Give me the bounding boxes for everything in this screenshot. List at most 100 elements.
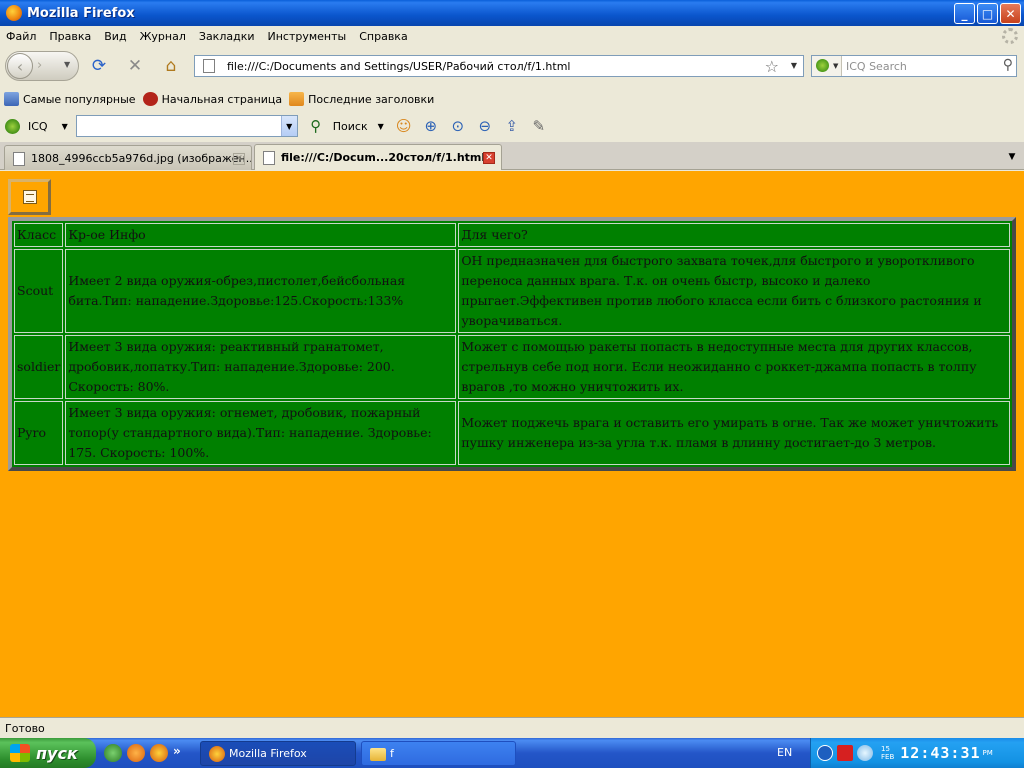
zoom-reset-icon[interactable]: ⊙ xyxy=(448,116,468,136)
purpose-cell: ОН предназначен для быстрого захвата точ… xyxy=(458,249,1010,333)
icq-contacts-icon[interactable]: ☺ xyxy=(394,116,414,136)
icq-label[interactable]: ICQ xyxy=(28,120,48,133)
info-cell: Имеет 3 вида оружия: реактивный гранатом… xyxy=(65,335,457,399)
throbber-icon xyxy=(1002,28,1018,44)
upload-icon[interactable]: ⇪ xyxy=(502,116,522,136)
class-cell: Scout xyxy=(14,249,64,333)
table-row: Scout Имеет 2 вида оружия-обрез,пистолет… xyxy=(14,249,1010,333)
window-titlebar[interactable]: Mozilla Firefox _ □ ✕ xyxy=(0,0,1024,26)
tab-close-icon[interactable]: ✕ xyxy=(233,153,245,165)
navigation-toolbar: ‹ › ▼ ⟳ ✕ ⌂ file:///C:/Documents and Set… xyxy=(0,46,1024,88)
status-text: Готово xyxy=(5,721,45,735)
icq-search-dropdown-icon[interactable]: ▼ xyxy=(280,116,297,136)
bookmark-star-icon[interactable]: ☆ xyxy=(765,57,779,76)
taskbar-folder[interactable]: f xyxy=(361,741,516,766)
avast-icon[interactable] xyxy=(127,744,145,762)
search-engine-selector[interactable]: ▼ xyxy=(812,56,842,76)
tab-current-page[interactable]: file:///C:/Docum...20стол/f/1.html ✕ xyxy=(254,144,502,170)
clock-ampm: PM xyxy=(982,749,993,757)
quick-launch-more-icon[interactable]: » xyxy=(173,744,185,762)
info-cell: Имеет 3 вида оружия: огнемет, дробовик, … xyxy=(65,401,457,465)
window-title: Mozilla Firefox xyxy=(27,5,135,21)
purpose-cell: Может с помощью ракеты попасть в недосту… xyxy=(458,335,1010,399)
menu-tools[interactable]: Инструменты xyxy=(268,30,347,43)
search-icon[interactable]: ⚲ xyxy=(1003,57,1013,73)
tab-image[interactable]: 1808_4996ccb5a976d.jpg (изображен... ✕ xyxy=(4,145,252,170)
reload-icon[interactable]: ⟳ xyxy=(89,56,109,76)
taskbar-firefox[interactable]: Mozilla Firefox xyxy=(200,741,356,766)
menu-view[interactable]: Вид xyxy=(104,30,126,43)
taskbar: пуск » Mozilla Firefox f EN 15 FEB 12:43… xyxy=(0,738,1024,768)
bookmark-latest-headlines[interactable]: Последние заголовки xyxy=(289,92,434,106)
close-button[interactable]: ✕ xyxy=(1000,3,1021,24)
page-icon xyxy=(203,59,215,73)
firefox-quick-icon[interactable] xyxy=(150,744,168,762)
tab-strip: 1808_4996ccb5a976d.jpg (изображен... ✕ f… xyxy=(0,142,1024,170)
bookmark-start-page[interactable]: Начальная страница xyxy=(142,92,282,106)
class-cell: Pyro xyxy=(14,401,64,465)
info-cell: Имеет 2 вида оружия-обрез,пистолет,бейсб… xyxy=(65,249,457,333)
page-image-button[interactable] xyxy=(8,179,51,215)
header-purpose: Для чего? xyxy=(458,223,1010,247)
menu-file[interactable]: Файл xyxy=(6,30,36,43)
bookmarks-toolbar: Самые популярные Начальная страница Посл… xyxy=(0,88,1024,110)
status-bar: Готово xyxy=(0,717,1024,738)
ati-icon[interactable] xyxy=(837,745,853,761)
windows-logo-icon xyxy=(10,744,30,762)
quick-launch: » xyxy=(104,744,185,762)
page-icon xyxy=(263,151,275,165)
tab-close-icon[interactable]: ✕ xyxy=(483,152,495,164)
page-content: Класс Кр-ое Инфо Для чего? Scout Имеет 2… xyxy=(0,171,1024,717)
menu-bookmarks[interactable]: Закладки xyxy=(199,30,255,43)
start-page-icon xyxy=(142,92,158,106)
history-dropdown-icon[interactable]: ▼ xyxy=(64,60,70,69)
url-dropdown-icon[interactable]: ▼ xyxy=(791,61,797,70)
forward-button[interactable]: › xyxy=(37,58,42,73)
menu-edit[interactable]: Правка xyxy=(49,30,91,43)
system-tray: EN 15 FEB 12:43:31 PM xyxy=(777,738,1024,768)
search-icon[interactable]: ⚲ xyxy=(306,116,326,136)
start-button[interactable]: пуск xyxy=(0,738,96,768)
menu-help[interactable]: Справка xyxy=(359,30,407,43)
zoom-in-icon[interactable]: ⊕ xyxy=(421,116,441,136)
firefox-icon xyxy=(209,746,225,762)
url-text: file:///C:/Documents and Settings/USER/Р… xyxy=(227,59,571,73)
search-placeholder: ICQ Search xyxy=(846,59,907,73)
back-button[interactable]: ‹ xyxy=(7,53,33,79)
icq-dropdown-icon[interactable]: ▼ xyxy=(62,122,68,131)
most-visited-icon xyxy=(4,92,19,106)
folder-icon xyxy=(370,748,386,761)
zoom-out-icon[interactable]: ⊖ xyxy=(475,116,495,136)
bookmark-most-visited[interactable]: Самые популярные xyxy=(4,92,136,106)
language-indicator[interactable]: EN xyxy=(777,746,792,759)
tray-arrow-icon[interactable] xyxy=(817,745,833,761)
table-row: Pyro Имеет 3 вида оружия: огнемет, дробо… xyxy=(14,401,1010,465)
stop-icon[interactable]: ✕ xyxy=(125,56,145,76)
home-icon[interactable]: ⌂ xyxy=(161,56,181,76)
broken-image-icon xyxy=(22,190,37,204)
icq-toolbar: ICQ ▼ ▼ ⚲ Поиск ▼ ☺ ⊕ ⊙ ⊖ ⇪ ✎ xyxy=(0,110,1024,142)
messenger-icon[interactable] xyxy=(104,744,122,762)
icq-search-options-icon[interactable]: ▼ xyxy=(378,122,384,131)
clock-date: 15 FEB xyxy=(881,745,895,761)
header-class: Класс xyxy=(14,223,64,247)
classes-table: Класс Кр-ое Инфо Для чего? Scout Имеет 2… xyxy=(8,217,1016,471)
icq-search-input[interactable]: ▼ xyxy=(75,115,298,137)
tab-list-dropdown-icon[interactable]: ▼ xyxy=(1002,146,1022,168)
header-info: Кр-ое Инфо xyxy=(65,223,457,247)
minimize-button[interactable]: _ xyxy=(954,3,975,24)
highlighter-icon[interactable]: ✎ xyxy=(529,116,549,136)
icq-tray-icon[interactable] xyxy=(857,745,873,761)
image-file-icon xyxy=(13,152,25,166)
icq-search-button[interactable]: Поиск xyxy=(333,120,368,133)
back-forward-group: ‹ › ▼ xyxy=(5,51,79,81)
window-controls: _ □ ✕ xyxy=(954,3,1021,24)
menu-history[interactable]: Журнал xyxy=(140,30,186,43)
purpose-cell: Может поджечь врага и оставить его умира… xyxy=(458,401,1010,465)
search-bar[interactable]: ▼ ICQ Search ⚲ xyxy=(811,55,1017,77)
clock-time[interactable]: 12:43:31 xyxy=(900,744,980,762)
maximize-button[interactable]: □ xyxy=(977,3,998,24)
icq-flower-icon[interactable] xyxy=(5,118,20,134)
url-bar[interactable]: file:///C:/Documents and Settings/USER/Р… xyxy=(194,55,804,77)
class-cell: soldier xyxy=(14,335,64,399)
